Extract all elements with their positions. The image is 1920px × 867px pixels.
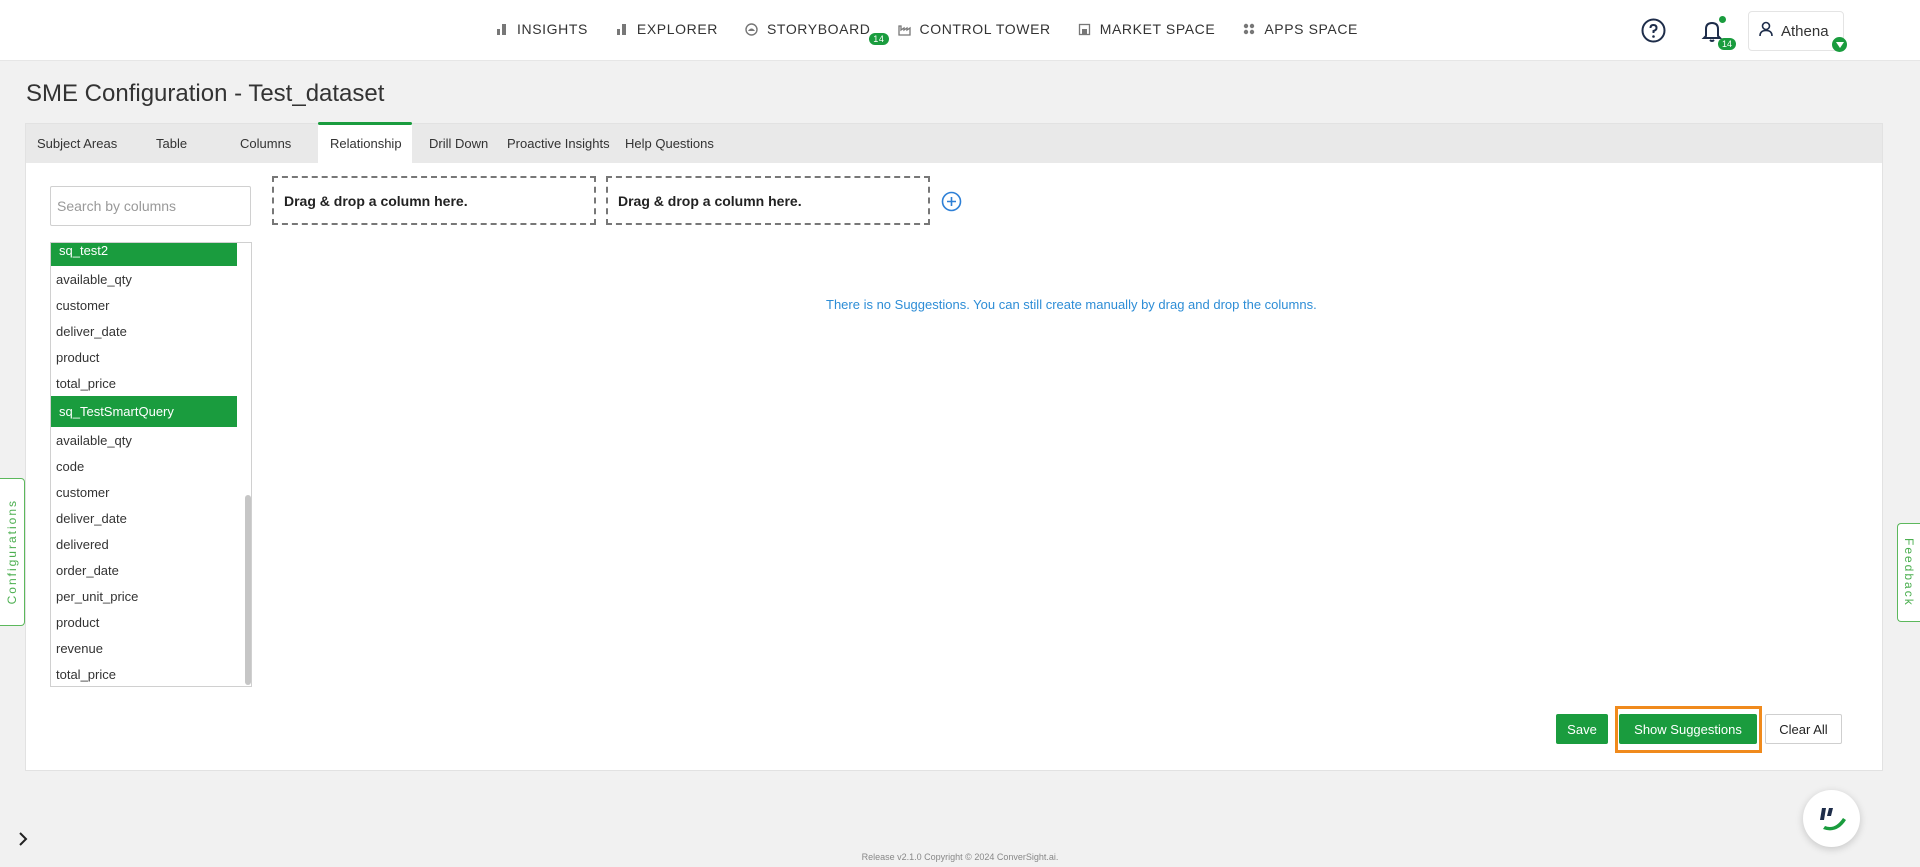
nav-control-tower[interactable]: CONTROL TOWER — [898, 21, 1051, 37]
nav-label: MARKET SPACE — [1099, 21, 1216, 37]
chat-assistant-icon[interactable] — [1803, 790, 1860, 847]
storyboard-badge: 14 — [869, 33, 889, 45]
notification-dot — [1719, 16, 1726, 23]
tab-columns[interactable]: Columns — [234, 124, 318, 163]
column-item[interactable]: customer — [51, 479, 237, 505]
table-group-header[interactable]: sq_TestSmartQuery — [51, 396, 237, 427]
nav-apps-space[interactable]: APPS SPACE — [1242, 21, 1358, 37]
scrollbar-thumb[interactable] — [245, 495, 251, 685]
config-tabs: Subject Areas Table Columns Relationship… — [26, 122, 1882, 163]
column-item[interactable]: revenue — [51, 635, 237, 661]
column-list-scrollbar[interactable] — [244, 243, 251, 686]
user-menu[interactable]: Athena — [1748, 11, 1844, 51]
grid-icon — [1242, 22, 1256, 36]
tab-label: Subject Areas — [37, 136, 118, 151]
column-list-content: sq_test2 available_qty customer deliver_… — [51, 243, 237, 686]
column-item[interactable]: deliver_date — [51, 318, 237, 344]
bar-chart-icon — [495, 22, 509, 36]
tab-help-questions[interactable]: Help Questions — [622, 124, 732, 163]
bar-chart-icon — [615, 22, 629, 36]
drop-zone-right[interactable]: Drag & drop a column here. — [606, 176, 930, 225]
search-columns-input[interactable] — [50, 186, 251, 226]
nav-label: EXPLORER — [636, 21, 718, 37]
tab-proactive-insights[interactable]: Proactive Insights — [502, 124, 622, 163]
user-name: Athena — [1781, 22, 1829, 40]
nav-insights[interactable]: INSIGHTS — [495, 21, 588, 37]
tab-label: Columns — [240, 136, 292, 151]
nav-label: STORYBOARD — [766, 21, 871, 37]
column-item[interactable]: available_qty — [51, 266, 237, 292]
user-icon — [1759, 21, 1773, 41]
top-navbar: INSIGHTS EXPLORER STORYBOARD 14 CONTROL … — [0, 0, 1920, 61]
tab-label: Table — [156, 136, 188, 151]
nav-market-space[interactable]: MARKET SPACE — [1078, 21, 1216, 37]
side-tab-label: Feedback — [1902, 538, 1916, 607]
column-item[interactable]: per_unit_price — [51, 583, 237, 609]
column-item[interactable]: total_price — [51, 661, 237, 686]
column-item[interactable]: code — [51, 453, 237, 479]
tab-label: Drill Down — [429, 136, 489, 151]
nav-storyboard[interactable]: STORYBOARD 14 — [745, 21, 889, 45]
column-item[interactable]: product — [51, 344, 237, 370]
notification-badge: 14 — [1718, 38, 1737, 50]
column-list: sq_test2 available_qty customer deliver_… — [50, 242, 252, 687]
nav-label: CONTROL TOWER — [919, 21, 1051, 37]
tab-relationship[interactable]: Relationship — [318, 122, 412, 163]
relationship-panel: Subject Areas Table Columns Relationship… — [25, 122, 1883, 771]
factory-icon — [898, 22, 912, 36]
column-item[interactable]: delivered — [51, 531, 237, 557]
no-suggestions-message: There is no Suggestions. You can still c… — [826, 297, 1317, 312]
tab-label: Proactive Insights — [507, 136, 610, 151]
main-nav: INSIGHTS EXPLORER STORYBOARD 14 CONTROL … — [495, 0, 1385, 58]
column-item[interactable]: available_qty — [51, 427, 237, 453]
drop-zone-left[interactable]: Drag & drop a column here. — [272, 176, 596, 225]
save-button[interactable]: Save — [1556, 714, 1608, 744]
storyboard-icon — [745, 22, 759, 36]
tab-label: Relationship — [330, 136, 402, 151]
clear-all-button[interactable]: Clear All — [1765, 714, 1842, 744]
side-tab-label: Configurations — [5, 499, 19, 605]
nav-label: INSIGHTS — [517, 21, 588, 37]
show-suggestions-button[interactable]: Show Suggestions — [1619, 714, 1757, 744]
column-item[interactable]: product — [51, 609, 237, 635]
configurations-side-tab[interactable]: Configurations — [0, 478, 25, 626]
tab-drill-down[interactable]: Drill Down — [412, 124, 502, 163]
table-group-header[interactable]: sq_test2 — [51, 243, 237, 266]
chevron-down-icon[interactable] — [1832, 37, 1847, 52]
add-relationship-icon[interactable] — [941, 191, 962, 212]
nav-label: APPS SPACE — [1264, 21, 1358, 37]
feedback-side-tab[interactable]: Feedback — [1897, 523, 1920, 622]
nav-explorer[interactable]: EXPLORER — [615, 21, 718, 37]
store-icon — [1078, 22, 1092, 36]
tab-table[interactable]: Table — [148, 124, 234, 163]
page-title: SME Configuration - Test_dataset — [26, 80, 385, 107]
column-item[interactable]: total_price — [51, 370, 237, 396]
help-icon[interactable] — [1641, 18, 1666, 43]
chevron-right-icon[interactable] — [16, 831, 30, 847]
column-item[interactable]: customer — [51, 292, 237, 318]
tab-label: Help Questions — [625, 136, 714, 151]
footer-copyright: Release v2.1.0 Copyright © 2024 ConverSi… — [861, 852, 1059, 862]
column-item[interactable]: deliver_date — [51, 505, 237, 531]
tab-subject-areas[interactable]: Subject Areas — [26, 124, 148, 163]
column-item[interactable]: order_date — [51, 557, 237, 583]
